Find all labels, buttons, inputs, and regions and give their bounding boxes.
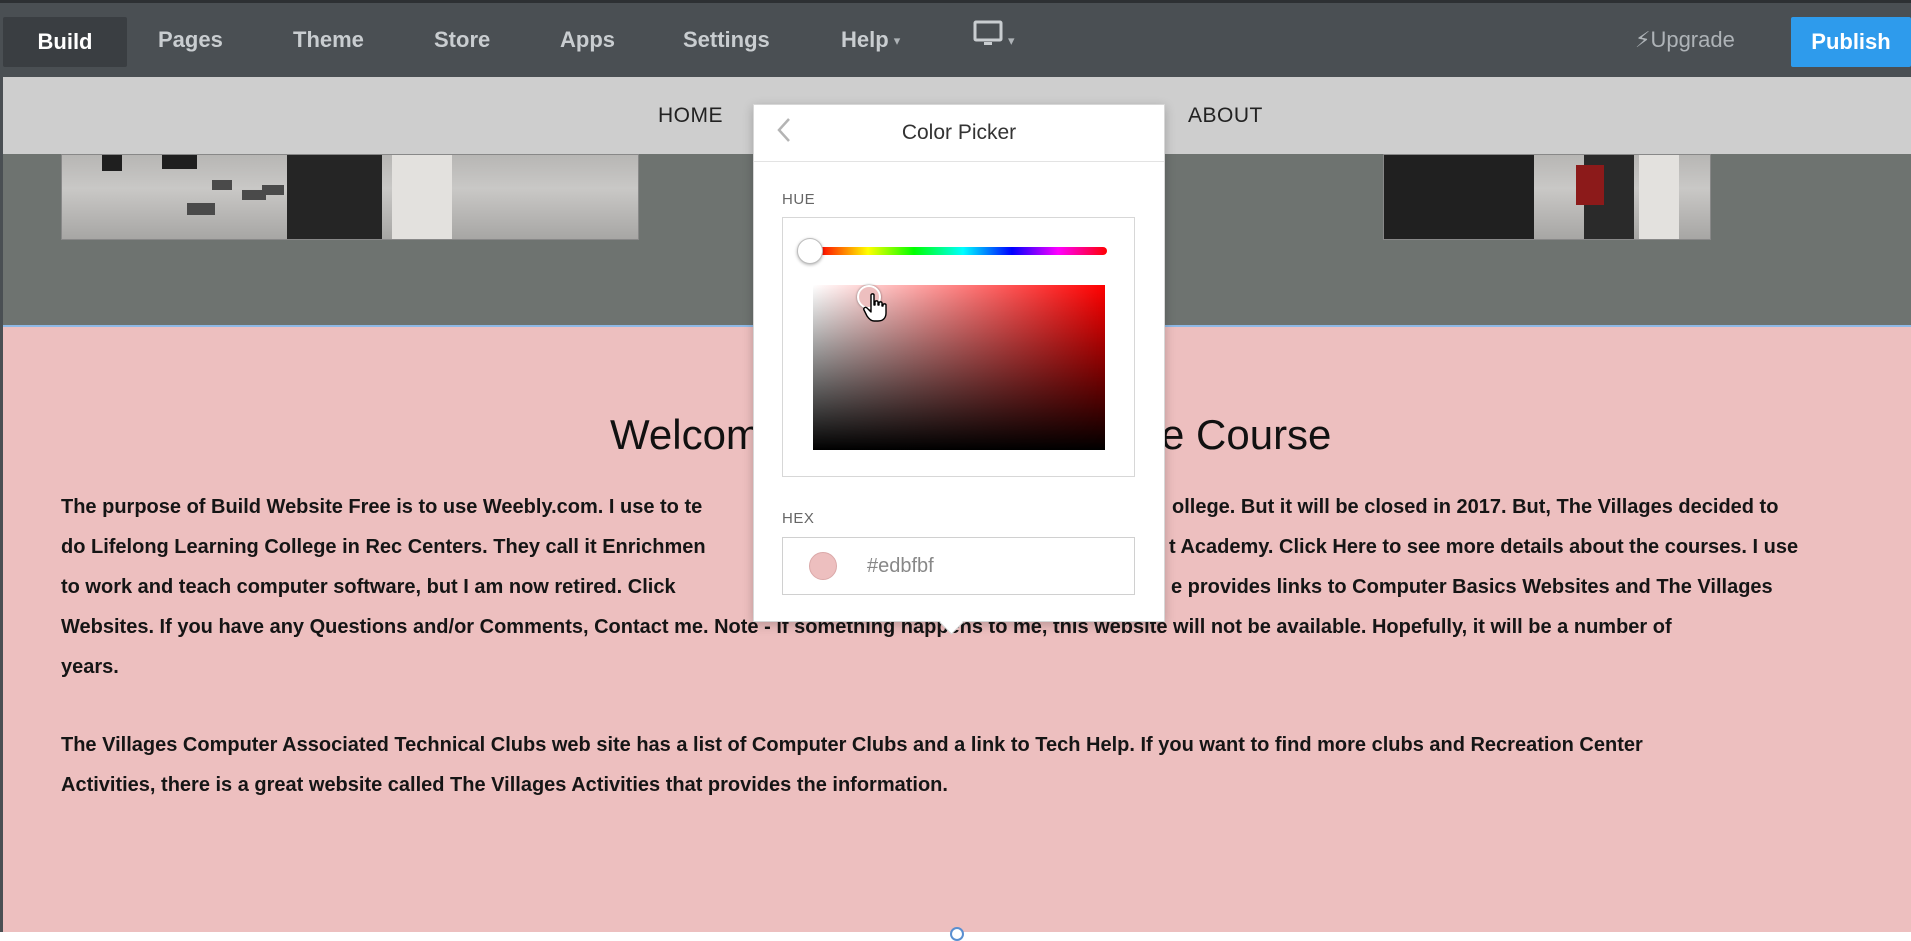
- tab-settings[interactable]: Settings: [683, 3, 770, 77]
- publish-button[interactable]: Publish: [1791, 17, 1911, 67]
- color-picker-panel: Color Picker HUE HEX #edbfbf: [753, 104, 1165, 622]
- hand-pointer-icon: [863, 293, 887, 323]
- text-line: do Lifelong Learning College in Rec Cent…: [61, 536, 706, 558]
- hue-slider[interactable]: [819, 247, 1107, 255]
- text-line: Activities, there is a great website cal…: [61, 774, 948, 796]
- tab-theme[interactable]: Theme: [293, 3, 364, 77]
- text-line: The purpose of Build Website Free is to …: [61, 496, 703, 518]
- text-line: t Academy. Click Here to see more detail…: [1169, 536, 1799, 558]
- hue-label: HUE: [782, 191, 816, 208]
- saturation-brightness-area[interactable]: [813, 285, 1105, 450]
- hue-slider-handle[interactable]: [797, 238, 823, 264]
- heading-text-right: e Course: [1161, 411, 1332, 458]
- hue-panel: [782, 217, 1135, 477]
- caret-down-icon: ▾: [1008, 33, 1015, 49]
- hex-value: #edbfbf: [867, 555, 934, 577]
- chevron-left-icon[interactable]: [776, 115, 792, 153]
- help-label: Help: [841, 27, 889, 52]
- tab-store[interactable]: Store: [434, 3, 490, 77]
- heading-text-left: Welcom: [610, 411, 761, 458]
- section-resize-handle[interactable]: [950, 927, 964, 941]
- editor-toolbar: Build Pages Theme Store Apps Settings He…: [0, 0, 1911, 77]
- text-line: e provides links to Computer Basics Webs…: [1171, 576, 1773, 598]
- color-swatch: [809, 552, 837, 580]
- text-line: years.: [61, 656, 119, 678]
- upgrade-label: Upgrade: [1650, 27, 1735, 52]
- nav-about[interactable]: ABOUT: [1188, 77, 1263, 154]
- help-menu[interactable]: Help ▾: [841, 3, 900, 77]
- picker-title: Color Picker: [901, 121, 1017, 144]
- tab-apps[interactable]: Apps: [560, 3, 615, 77]
- text-line: ollege. But it will be closed in 2017. B…: [1172, 496, 1779, 518]
- text-line: to work and teach computer software, but…: [61, 576, 676, 598]
- picker-header: Color Picker: [754, 105, 1164, 162]
- device-switcher[interactable]: ▾: [973, 3, 1015, 77]
- tab-pages[interactable]: Pages: [158, 3, 223, 77]
- clubs-paragraph[interactable]: The Villages Computer Associated Technic…: [61, 725, 1861, 805]
- header-photo-right: [1383, 154, 1711, 240]
- caret-down-icon: ▾: [893, 33, 901, 49]
- hex-input[interactable]: #edbfbf: [782, 537, 1135, 595]
- hex-label: HEX: [782, 510, 815, 527]
- desktop-monitor-icon: [973, 4, 1003, 78]
- text-line: The Villages Computer Associated Technic…: [61, 734, 1643, 756]
- nav-home[interactable]: HOME: [658, 77, 723, 154]
- tab-build[interactable]: Build: [3, 17, 127, 67]
- upgrade-button[interactable]: ⚡Upgrade: [1635, 3, 1735, 77]
- header-photo-left: [61, 154, 639, 240]
- lightning-bolt-icon: ⚡: [1635, 27, 1651, 52]
